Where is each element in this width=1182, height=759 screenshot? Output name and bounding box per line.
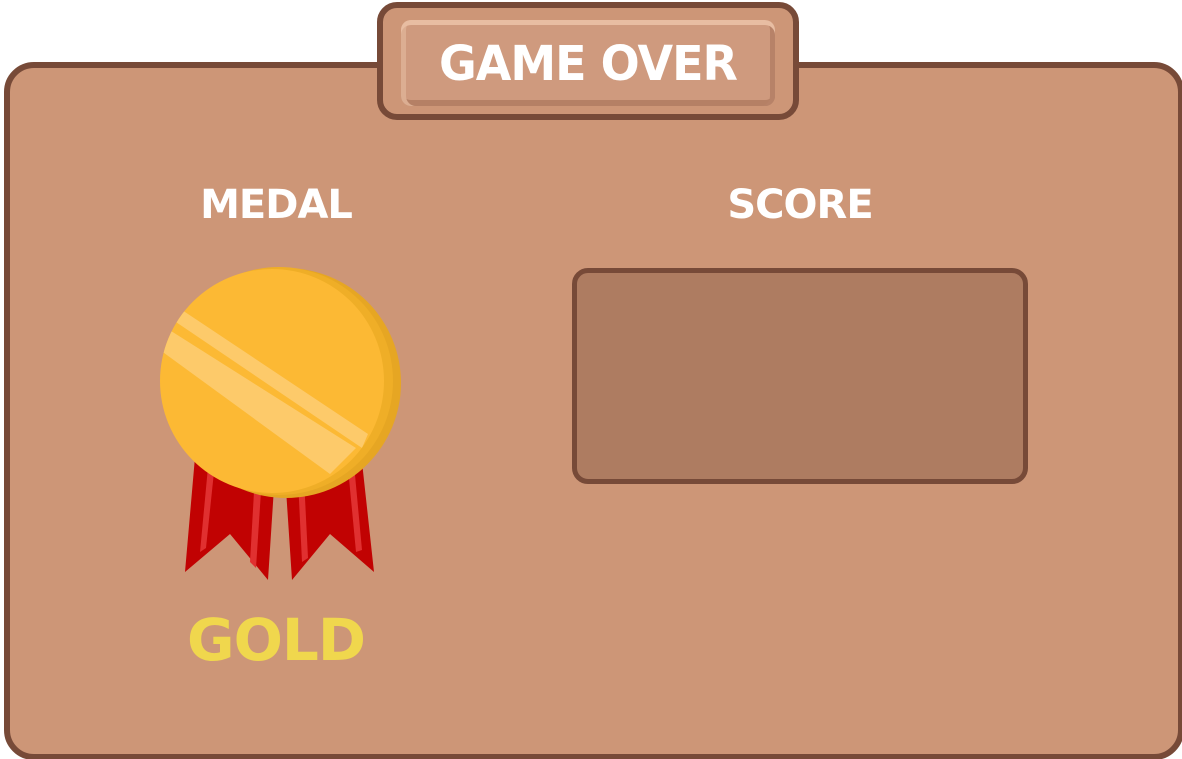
score-box: [572, 268, 1028, 484]
title-plate-inner: GAME OVER: [401, 20, 775, 106]
score-label: SCORE: [727, 182, 873, 228]
gold-medal-icon: [160, 267, 401, 580]
medal-name: GOLD: [186, 606, 366, 674]
medal-label: MEDAL: [200, 182, 353, 228]
score-value: [577, 273, 1023, 479]
game-over-screen: GAME OVER MEDAL SCORE GOLD: [0, 0, 1182, 759]
game-over-title: GAME OVER: [439, 34, 738, 92]
title-plate: GAME OVER: [377, 2, 799, 120]
